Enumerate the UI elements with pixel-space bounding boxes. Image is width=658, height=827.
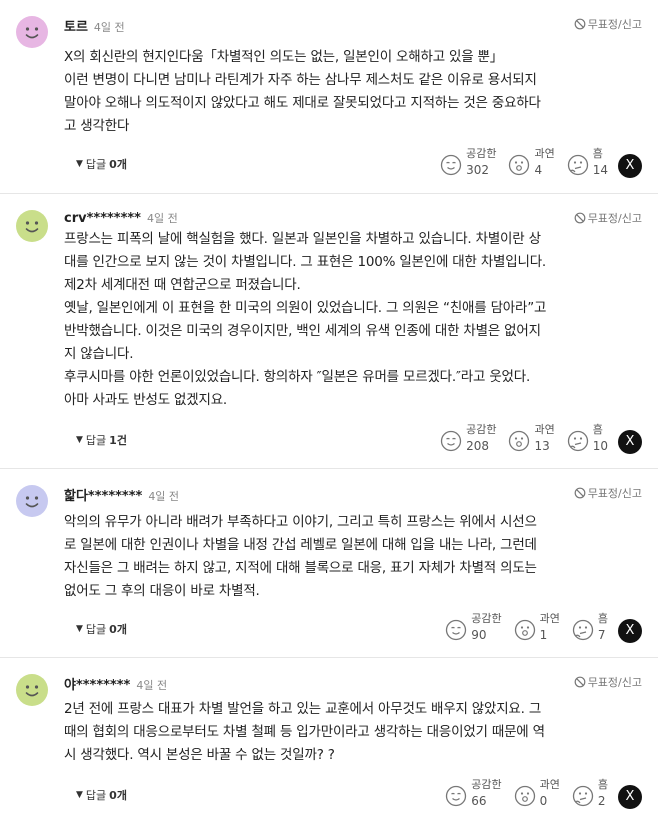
prohibited-icon xyxy=(574,212,586,224)
reaction-bar: 공감한 66 과연 0 흠2 X xyxy=(433,777,642,809)
x-share-button[interactable]: X xyxy=(618,619,642,643)
avatar[interactable] xyxy=(16,210,48,242)
smiley-face-icon xyxy=(16,485,48,517)
x-logo-icon: X xyxy=(625,789,635,804)
smiley-face-icon xyxy=(16,210,48,242)
comment-item: 토르 4일 전 무표정/신고 X의 회신란의 현지인다움「차별적인 의도는 없는,… xyxy=(0,0,658,194)
calm-face-icon xyxy=(440,430,462,452)
reaction-bar: 공감한 90 과연 1 흠7 X xyxy=(433,611,642,643)
x-logo-icon: X xyxy=(625,623,635,638)
comment-text: 악의의 유무가 아니라 배려가 부족하다고 이야기, 그리고 특히 프랑스는 위… xyxy=(64,514,537,599)
caret-down-icon: ▼ xyxy=(76,435,83,445)
surprised-face-icon xyxy=(509,154,530,176)
empathy-reaction[interactable]: 공감한 90 xyxy=(445,611,502,643)
thinking-face-icon xyxy=(567,430,588,452)
calm-face-icon xyxy=(446,619,467,641)
comment-text: 프랑스는 피폭의 날에 핵실험을 했다. 일본과 일본인을 차별하고 있습니다.… xyxy=(64,231,547,408)
avatar[interactable] xyxy=(16,16,48,48)
reply-toggle[interactable]: ▼ 답글 1건 xyxy=(76,432,127,448)
comment-time: 4일 전 xyxy=(148,490,180,503)
thinking-face-icon xyxy=(572,785,594,807)
surprised-face-icon xyxy=(514,785,535,807)
hmm-reaction[interactable]: 흠7 xyxy=(572,611,608,643)
hmm-reaction[interactable]: 흠 14 xyxy=(567,146,608,178)
comment-author[interactable]: 핥다******** 4일 전 xyxy=(64,485,179,504)
prohibited-icon xyxy=(574,676,586,688)
comment-author[interactable]: 토르 4일 전 xyxy=(64,16,125,35)
comment-item: 핥다******** 4일 전 무표정/신고 악의의 유무가 아니라 배려가 부족… xyxy=(0,469,658,658)
comment-text: X의 회신란의 현지인다움「차별적인 의도는 없는, 일본인이 오해하고 있을 … xyxy=(64,49,541,134)
comment-time: 4일 전 xyxy=(136,679,168,692)
empathy-reaction[interactable]: 공감한 302 xyxy=(440,146,496,178)
report-button[interactable]: 무표정/신고 xyxy=(574,485,642,501)
empathy-reaction[interactable]: 공감한 66 xyxy=(445,777,502,809)
comment-time: 4일 전 xyxy=(146,212,178,225)
comment-author[interactable]: 야******** 4일 전 xyxy=(64,674,167,693)
reply-toggle[interactable]: ▼ 답글 0개 xyxy=(76,787,127,803)
prohibited-icon xyxy=(574,487,586,499)
hmm-reaction[interactable]: 흠 10 xyxy=(567,422,608,454)
x-share-button[interactable]: X xyxy=(618,430,642,454)
excessive-reaction[interactable]: 과연 0 xyxy=(514,777,560,809)
calm-face-icon xyxy=(446,785,467,807)
avatar[interactable] xyxy=(16,485,48,517)
comment-text: 2년 전에 프랑스 대표가 차별 발언을 하고 있는 교훈에서 아무것도 배우지… xyxy=(64,701,545,763)
avatar[interactable] xyxy=(16,674,48,706)
excessive-reaction[interactable]: 과연 13 xyxy=(508,422,555,454)
thinking-face-icon xyxy=(567,154,588,176)
hmm-reaction[interactable]: 흠2 xyxy=(572,777,608,809)
comment-item: 야******** 4일 전 무표정/신고 2년 전에 프랑스 대표가 차별 발언… xyxy=(0,658,658,827)
reply-toggle[interactable]: ▼ 답글 0개 xyxy=(76,621,127,637)
excessive-reaction[interactable]: 과연 1 xyxy=(514,611,560,643)
comment-time: 4일 전 xyxy=(93,21,125,34)
report-button[interactable]: 무표정/신고 xyxy=(574,674,642,690)
empathy-reaction[interactable]: 공감한 208 xyxy=(440,422,496,454)
caret-down-icon: ▼ xyxy=(76,790,83,800)
report-button[interactable]: 무표정/신고 xyxy=(574,16,642,32)
surprised-face-icon xyxy=(514,619,535,641)
caret-down-icon: ▼ xyxy=(76,159,83,169)
prohibited-icon xyxy=(574,18,586,30)
smiley-face-icon xyxy=(16,674,48,706)
reply-toggle[interactable]: ▼ 답글 0개 xyxy=(76,156,127,172)
excessive-reaction[interactable]: 과연 4 xyxy=(508,146,555,178)
comment-item: crv******** 4일 전 무표정/신고 프랑스는 피폭의 날에 핵실험을 … xyxy=(0,194,658,469)
x-logo-icon: X xyxy=(625,434,635,449)
x-logo-icon: X xyxy=(625,158,635,173)
reaction-bar: 공감한 208 과연 13 흠 10 X xyxy=(428,422,642,454)
report-button[interactable]: 무표정/신고 xyxy=(574,210,642,226)
reaction-bar: 공감한 302 과연 4 흠 14 X xyxy=(428,146,642,178)
surprised-face-icon xyxy=(509,430,530,452)
x-share-button[interactable]: X xyxy=(618,154,642,178)
calm-face-icon xyxy=(440,154,462,176)
comment-author[interactable]: crv******** 4일 전 xyxy=(64,210,178,226)
x-share-button[interactable]: X xyxy=(618,785,642,809)
thinking-face-icon xyxy=(572,619,594,641)
smiley-face-icon xyxy=(16,16,48,48)
caret-down-icon: ▼ xyxy=(76,624,83,634)
